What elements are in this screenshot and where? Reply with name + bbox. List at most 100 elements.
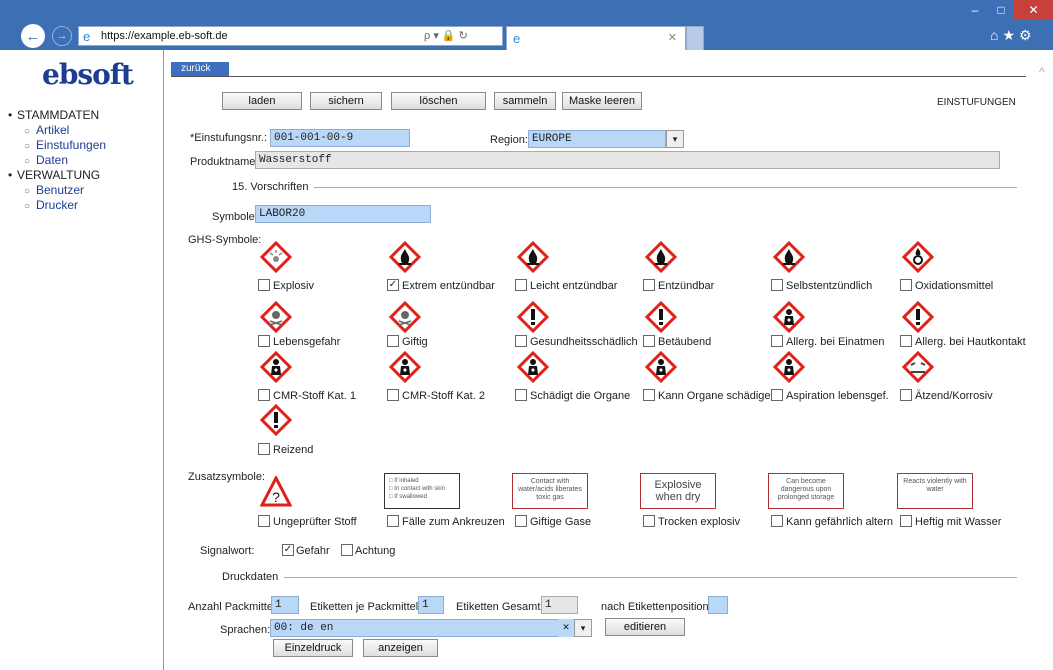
- chevron-down-icon[interactable]: ▾: [574, 619, 592, 637]
- sammeln-button[interactable]: sammeln: [494, 92, 556, 110]
- zusatz-symbol-box: Can become dangerous upon prolonged stor…: [768, 473, 844, 509]
- laden-button[interactable]: laden: [222, 92, 302, 110]
- sidebar-item-einstufungen[interactable]: ○ Einstufungen: [0, 138, 164, 153]
- forward-arrow-icon[interactable]: →: [52, 26, 72, 46]
- zusatz-checkbox[interactable]: [900, 515, 912, 527]
- ghs-checkbox[interactable]: [515, 389, 527, 401]
- produktname-field[interactable]: Wasserstoff: [255, 151, 1000, 169]
- ghs-checkbox[interactable]: [771, 389, 783, 401]
- editieren-button[interactable]: editieren: [605, 618, 685, 636]
- etik-je-field[interactable]: 1: [418, 596, 444, 614]
- browser-toolbar-icons[interactable]: ⌂★⚙: [990, 27, 1036, 44]
- divider: [171, 76, 1026, 77]
- page-title: EINSTUFUNGEN: [937, 97, 1016, 108]
- ghs-checkbox[interactable]: [515, 279, 527, 291]
- sidebar-item-artikel[interactable]: ○ Artikel: [0, 123, 164, 138]
- back-arrow-icon[interactable]: ←: [21, 24, 45, 48]
- exploding-bomb-icon: [259, 240, 293, 274]
- ghs-checkbox[interactable]: [643, 389, 655, 401]
- sidebar-item-daten[interactable]: ○ Daten: [0, 153, 164, 168]
- gefahr-label: Gefahr: [296, 545, 330, 557]
- scroll-up-icon[interactable]: ^: [1039, 65, 1045, 79]
- sidebar-item-drucker[interactable]: ○ Drucker: [0, 198, 164, 213]
- ghs-label: Kann Organe schädigen: [658, 390, 777, 402]
- chevron-down-icon[interactable]: ▾: [666, 130, 684, 148]
- ghs-checkbox[interactable]: [387, 389, 399, 401]
- tab-close-icon[interactable]: ✕: [668, 31, 677, 44]
- back-tab[interactable]: zurück: [171, 62, 229, 76]
- ghs-checkbox[interactable]: [643, 335, 655, 347]
- maske-leeren-button[interactable]: Maske leeren: [562, 92, 642, 110]
- health-hazard-icon: [772, 300, 806, 334]
- logo: ebsoft: [42, 58, 134, 91]
- ghs-label: Giftig: [402, 336, 428, 348]
- symbole-field[interactable]: LABOR20: [255, 205, 431, 223]
- region-label: Region:: [490, 134, 528, 146]
- section-druckdaten: Druckdaten: [222, 571, 1017, 583]
- anzahl-field[interactable]: 1: [271, 596, 299, 614]
- ghs-checkbox[interactable]: [900, 279, 912, 291]
- new-tab-button[interactable]: [686, 26, 704, 50]
- exclamation-icon: [901, 300, 935, 334]
- ghs-checkbox[interactable]: ✓: [387, 279, 399, 291]
- close-window-button[interactable]: ✕: [1014, 0, 1053, 20]
- browser-tab[interactable]: e ✕: [506, 26, 686, 50]
- zusatz-checkbox[interactable]: [771, 515, 783, 527]
- svg-text:?: ?: [272, 489, 280, 505]
- ghs-checkbox[interactable]: [643, 279, 655, 291]
- address-url[interactable]: https://example.eb-soft.de: [101, 30, 228, 42]
- clear-icon[interactable]: ✕: [558, 619, 574, 637]
- minimize-button[interactable]: –: [962, 0, 988, 20]
- zusatz-label: Fälle zum Ankreuzen: [402, 516, 505, 528]
- einzeldruck-button[interactable]: Einzeldruck: [273, 639, 353, 657]
- ghs-label: Selbstentzündlich: [786, 280, 873, 292]
- ghs-label: Allerg. bei Einatmen: [786, 336, 885, 348]
- gefahr-checkbox[interactable]: ✓: [282, 544, 294, 556]
- sichern-button[interactable]: sichern: [310, 92, 382, 110]
- flame-icon: [516, 240, 550, 274]
- ghs-label: CMR-Stoff Kat. 1: [273, 390, 356, 402]
- loeschen-button[interactable]: löschen: [391, 92, 486, 110]
- corrosion-icon: [901, 350, 935, 384]
- etik-gesamt-field: 1: [541, 596, 578, 614]
- nach-field[interactable]: [708, 596, 728, 614]
- ghs-label: Lebensgefahr: [273, 336, 341, 348]
- zusatz-label: Zusatzsymbole:: [188, 471, 266, 483]
- zusatz-checkbox[interactable]: [643, 515, 655, 527]
- ghs-checkbox[interactable]: [387, 335, 399, 347]
- ghs-checkbox[interactable]: [258, 279, 270, 291]
- zusatz-label: Kann gefährlich altern: [786, 516, 894, 528]
- address-tools[interactable]: ρ ▾ 🔒 ↻: [424, 29, 468, 42]
- health-hazard-icon: [772, 350, 806, 384]
- ghs-checkbox[interactable]: [258, 335, 270, 347]
- ghs-checkbox[interactable]: [771, 335, 783, 347]
- einstufungsnr-field[interactable]: 001-001-00-9: [270, 129, 410, 147]
- ghs-label: CMR-Stoff Kat. 2: [402, 390, 485, 402]
- zusatz-checkbox[interactable]: [387, 515, 399, 527]
- ghs-checkbox[interactable]: [771, 279, 783, 291]
- address-bar[interactable]: e https://example.eb-soft.de ρ ▾ 🔒 ↻: [78, 26, 503, 46]
- ghs-checkbox[interactable]: [258, 443, 270, 455]
- sprachen-field[interactable]: 00: de en: [270, 619, 560, 637]
- zusatz-checkbox[interactable]: [515, 515, 527, 527]
- sidebar-item-benutzer[interactable]: ○ Benutzer: [0, 183, 164, 198]
- zusatz-checkbox[interactable]: [258, 515, 270, 527]
- flame-icon: [644, 240, 678, 274]
- ghs-checkbox[interactable]: [515, 335, 527, 347]
- ghs-checkbox[interactable]: [258, 389, 270, 401]
- ghs-label: Allerg. bei Hautkontakt: [915, 336, 1026, 348]
- menu-group-stammdaten: • STAMMDATEN: [8, 108, 100, 122]
- etik-je-label: Etiketten je Packmittel:: [310, 601, 422, 613]
- zusatz-symbol-box: Explosive when dry: [640, 473, 716, 509]
- zusatz-symbol-box: Contact with water/acids liberates toxic…: [512, 473, 588, 509]
- ghs-checkbox[interactable]: [900, 389, 912, 401]
- ghs-checkbox[interactable]: [900, 335, 912, 347]
- symbole-label: Symbole:: [212, 211, 258, 223]
- anzeigen-button[interactable]: anzeigen: [363, 639, 438, 657]
- achtung-checkbox[interactable]: [341, 544, 353, 556]
- maximize-button[interactable]: □: [988, 0, 1014, 20]
- ghs-label: Schädigt die Organe: [530, 390, 631, 402]
- region-select[interactable]: EUROPE: [528, 130, 666, 148]
- ie-logo-icon: e: [513, 31, 521, 46]
- health-hazard-icon: [259, 350, 293, 384]
